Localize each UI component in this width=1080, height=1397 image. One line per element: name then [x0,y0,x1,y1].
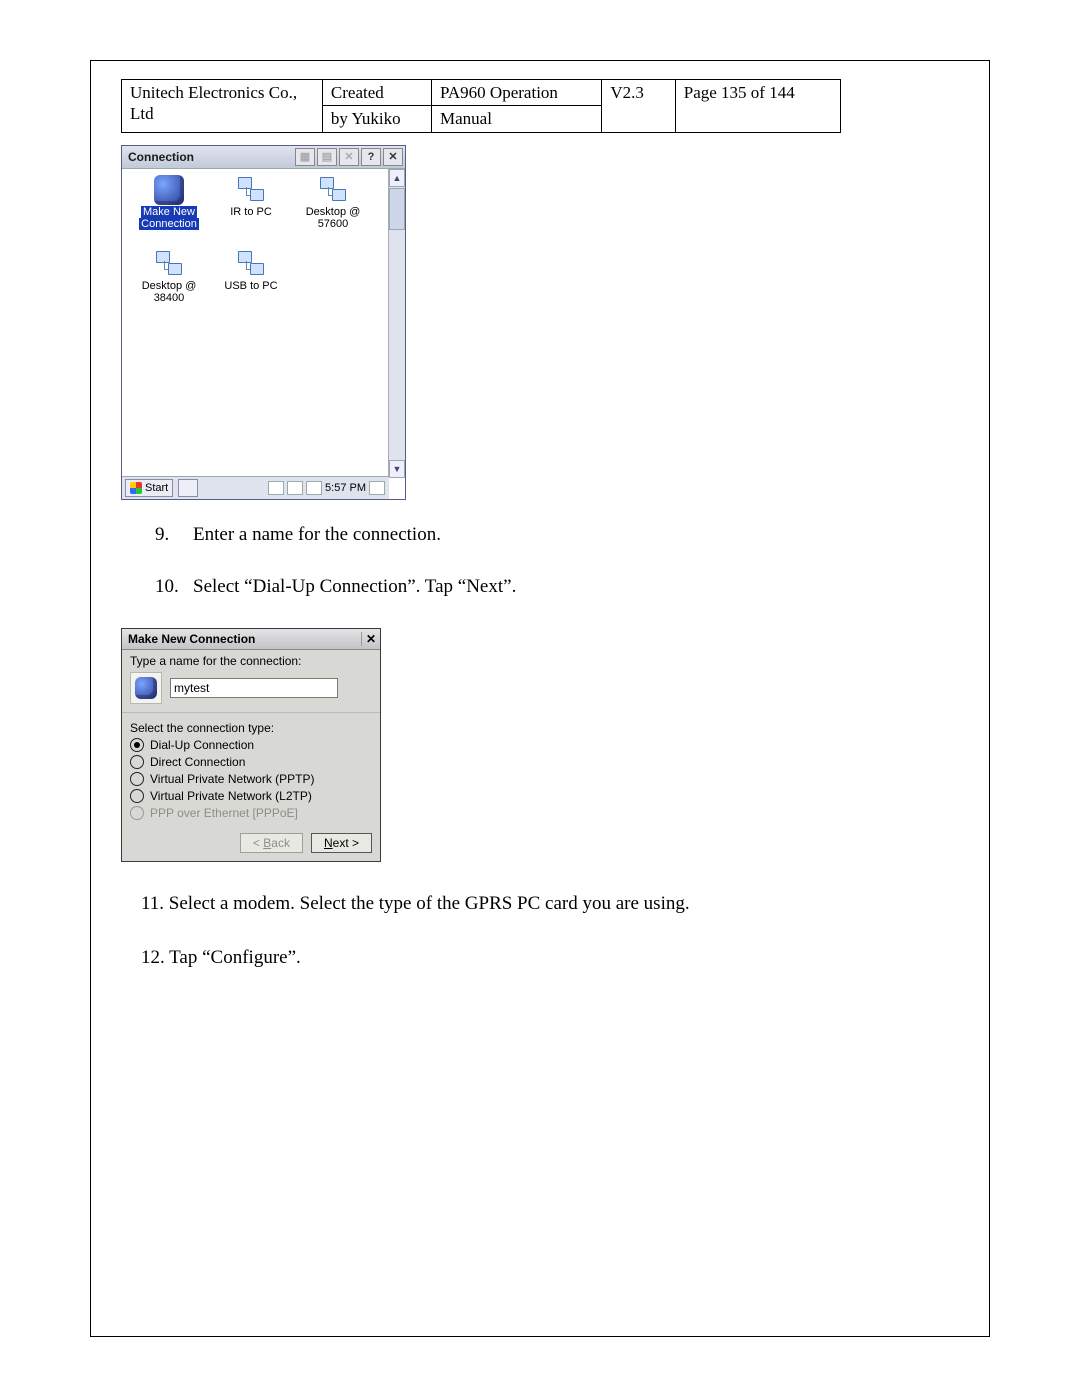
taskbar: Start 5:57 PM [122,476,389,499]
scroll-up-icon[interactable]: ▲ [389,169,405,187]
dialog-titlebar: Make New Connection ✕ [122,629,380,650]
instruction-steps-continued: 11. Select a modem. Select the type of t… [141,886,963,976]
network-icon [236,251,266,277]
header-created-label: Created [322,80,431,106]
windows-flag-icon [130,482,142,494]
option-dialup[interactable]: Dial-Up Connection [130,738,372,752]
icon-usb-to-pc[interactable]: USB to PC [210,249,292,323]
tray-icon[interactable] [268,481,284,495]
radio-icon [130,738,144,752]
connection-window: Connection ▦ ▤ ✕ ? ✕ Make NewConnection … [121,145,406,500]
titlebar-btn-2[interactable]: ▤ [317,148,337,166]
step-11: 11. Select a modem. Select the type of t… [141,886,963,922]
connection-window-titlebar: Connection ▦ ▤ ✕ ? ✕ [122,146,405,169]
header-company: Unitech Electronics Co., Ltd [122,80,323,133]
option-vpn-l2tp[interactable]: Virtual Private Network (L2TP) [130,789,372,803]
connection-wizard-icon [130,672,162,704]
connection-icon-area: Make NewConnection IR to PC Desktop @576… [122,169,388,478]
icon-label: Make New [141,206,197,218]
titlebar-btn-3[interactable]: ✕ [339,148,359,166]
header-created-by: by Yukiko [322,106,431,132]
system-tray: 5:57 PM [268,481,389,495]
dialog-close-button[interactable]: ✕ [361,632,380,646]
name-field-label: Type a name for the connection: [130,654,372,668]
step-10: 10.Select “Dial-Up Connection”. Tap “Nex… [155,576,963,598]
option-vpn-pptp[interactable]: Virtual Private Network (PPTP) [130,772,372,786]
step-12: 12. Tap “Configure”. [141,940,963,976]
taskbar-app-slot[interactable] [178,479,198,497]
radio-icon [130,789,144,803]
option-pppoe: PPP over Ethernet [PPPoE] [130,806,372,820]
step-9: 9.Enter a name for the connection. [155,524,963,546]
option-direct[interactable]: Direct Connection [130,755,372,769]
connection-name-input[interactable] [170,678,338,698]
globe-icon [154,175,184,205]
network-icon [154,251,184,277]
back-button: < Back [240,833,303,853]
network-icon [318,177,348,203]
start-button[interactable]: Start [125,479,173,497]
next-button[interactable]: Next > [311,833,372,853]
icon-ir-to-pc[interactable]: IR to PC [210,175,292,249]
header-doc-subtitle: Manual [432,106,602,132]
close-button[interactable]: ✕ [383,148,403,166]
help-button[interactable]: ? [361,148,381,166]
header-page: Page 135 of 144 [675,80,840,133]
vertical-scrollbar[interactable]: ▲ ▼ [388,169,405,478]
tray-clock: 5:57 PM [325,482,366,494]
header-version: V2.3 [602,80,675,133]
doc-header-table: Unitech Electronics Co., Ltd Created PA9… [121,79,841,133]
icon-make-new-connection[interactable]: Make NewConnection [128,175,210,249]
radio-icon [130,772,144,786]
icon-desktop-38400[interactable]: Desktop @38400 [128,249,210,323]
dialog-title: Make New Connection [128,632,255,646]
header-doc-title: PA960 Operation [432,80,602,106]
tray-sip-icon[interactable] [369,481,385,495]
scroll-down-icon[interactable]: ▼ [389,460,405,478]
type-field-label: Select the connection type: [130,721,372,735]
radio-icon [130,755,144,769]
tray-icon[interactable] [306,481,322,495]
instruction-steps: 9.Enter a name for the connection. 10.Se… [155,524,963,598]
tray-icon[interactable] [287,481,303,495]
icon-desktop-57600[interactable]: Desktop @57600 [292,175,374,249]
radio-icon [130,806,144,820]
network-icon [236,177,266,203]
make-new-connection-dialog: Make New Connection ✕ Type a name for th… [121,628,381,862]
scroll-thumb[interactable] [389,188,405,230]
titlebar-btn-1[interactable]: ▦ [295,148,315,166]
connection-window-title: Connection [128,150,194,164]
